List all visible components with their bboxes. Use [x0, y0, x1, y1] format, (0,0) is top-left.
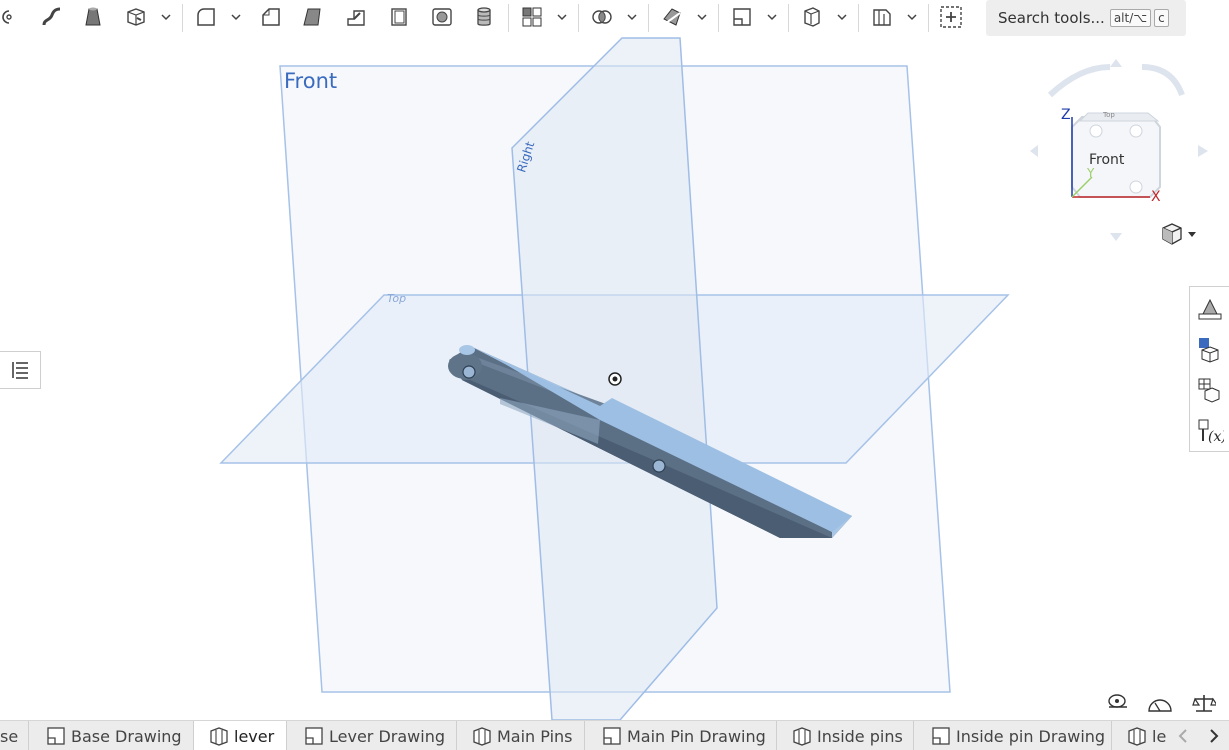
drawing-icon: [303, 725, 325, 747]
tab-label: Inside pins: [817, 726, 903, 746]
tab-label: se: [0, 726, 19, 746]
tab-lever[interactable]: lever: [194, 721, 287, 750]
part-studio-icon: [1126, 725, 1148, 747]
axis-y-label: Y: [1087, 166, 1095, 180]
tab-label: Base Drawing: [71, 726, 182, 746]
drawing-icon: [930, 725, 952, 747]
right-panel: (x): [1189, 286, 1229, 452]
tab-inside-pins[interactable]: Inside pins: [777, 721, 914, 750]
tab-scroll-right-button[interactable]: [1204, 725, 1224, 747]
tab-label: le: [1152, 726, 1167, 746]
variables-button[interactable]: (x): [1190, 410, 1229, 451]
view-cube-top-label: Top: [1103, 111, 1115, 119]
axis-z-label: Z: [1061, 107, 1071, 123]
scale-icon: [1192, 695, 1216, 712]
tab-scroll-left-button[interactable]: [1173, 725, 1193, 747]
configurations-button[interactable]: [1190, 369, 1229, 410]
tab-base-drawing[interactable]: Base Drawing: [29, 721, 194, 750]
view-options-button[interactable]: [1159, 220, 1209, 248]
tab-inside-pin-drawing[interactable]: Inside pin Drawing: [914, 721, 1112, 750]
cube-icon: [1162, 223, 1182, 245]
angle-tool-button[interactable]: [1147, 692, 1173, 714]
variable-icon: (x): [1198, 419, 1224, 445]
chevron-right-icon: [1210, 729, 1219, 743]
tab-main-pins[interactable]: Main Pins: [457, 721, 585, 750]
document-tab-bar: se Base Drawing lever Lever Drawing Main…: [0, 720, 1229, 750]
list-icon: [12, 362, 28, 379]
part-studio-icon: [791, 725, 813, 747]
tab-label: Lever Drawing: [329, 726, 445, 746]
tape-measure-icon: [1108, 694, 1127, 708]
mass-properties-icon: [1199, 337, 1219, 363]
tab-label: Main Pins: [497, 726, 573, 746]
caret-down-icon: [1188, 232, 1196, 237]
tab-lever-drawing[interactable]: Lever Drawing: [287, 721, 457, 750]
tab-label: Main Pin Drawing: [627, 726, 766, 746]
measure-tool-button[interactable]: [1104, 692, 1130, 714]
tab-main-pin-drawing[interactable]: Main Pin Drawing: [585, 721, 777, 750]
front-plane-label: Front: [284, 69, 338, 93]
feature-list-toggle[interactable]: [0, 351, 41, 389]
appearance-panel-button[interactable]: [1190, 287, 1229, 328]
tab-label: lever: [234, 726, 275, 746]
configuration-icon: [1198, 378, 1220, 403]
balance-tool-button[interactable]: [1191, 692, 1217, 714]
part-studio-icon: [208, 725, 230, 747]
axis-x-label: X: [1151, 189, 1161, 205]
top-plane-label: Top: [387, 292, 407, 305]
chevron-left-icon: [1178, 729, 1187, 743]
drawing-icon: [601, 725, 623, 747]
tab-partial-right[interactable]: le: [1112, 721, 1170, 750]
protractor-icon: [1148, 699, 1172, 712]
origin-marker: [608, 372, 622, 386]
tab-partial-left[interactable]: se: [0, 721, 29, 750]
svg-text:(x): (x): [1208, 429, 1224, 445]
appearance-icon: [1198, 298, 1222, 319]
tab-label: Inside pin Drawing: [956, 726, 1106, 746]
mass-properties-button[interactable]: [1190, 328, 1229, 369]
part-studio-icon: [471, 725, 493, 747]
drawing-icon: [45, 725, 67, 747]
